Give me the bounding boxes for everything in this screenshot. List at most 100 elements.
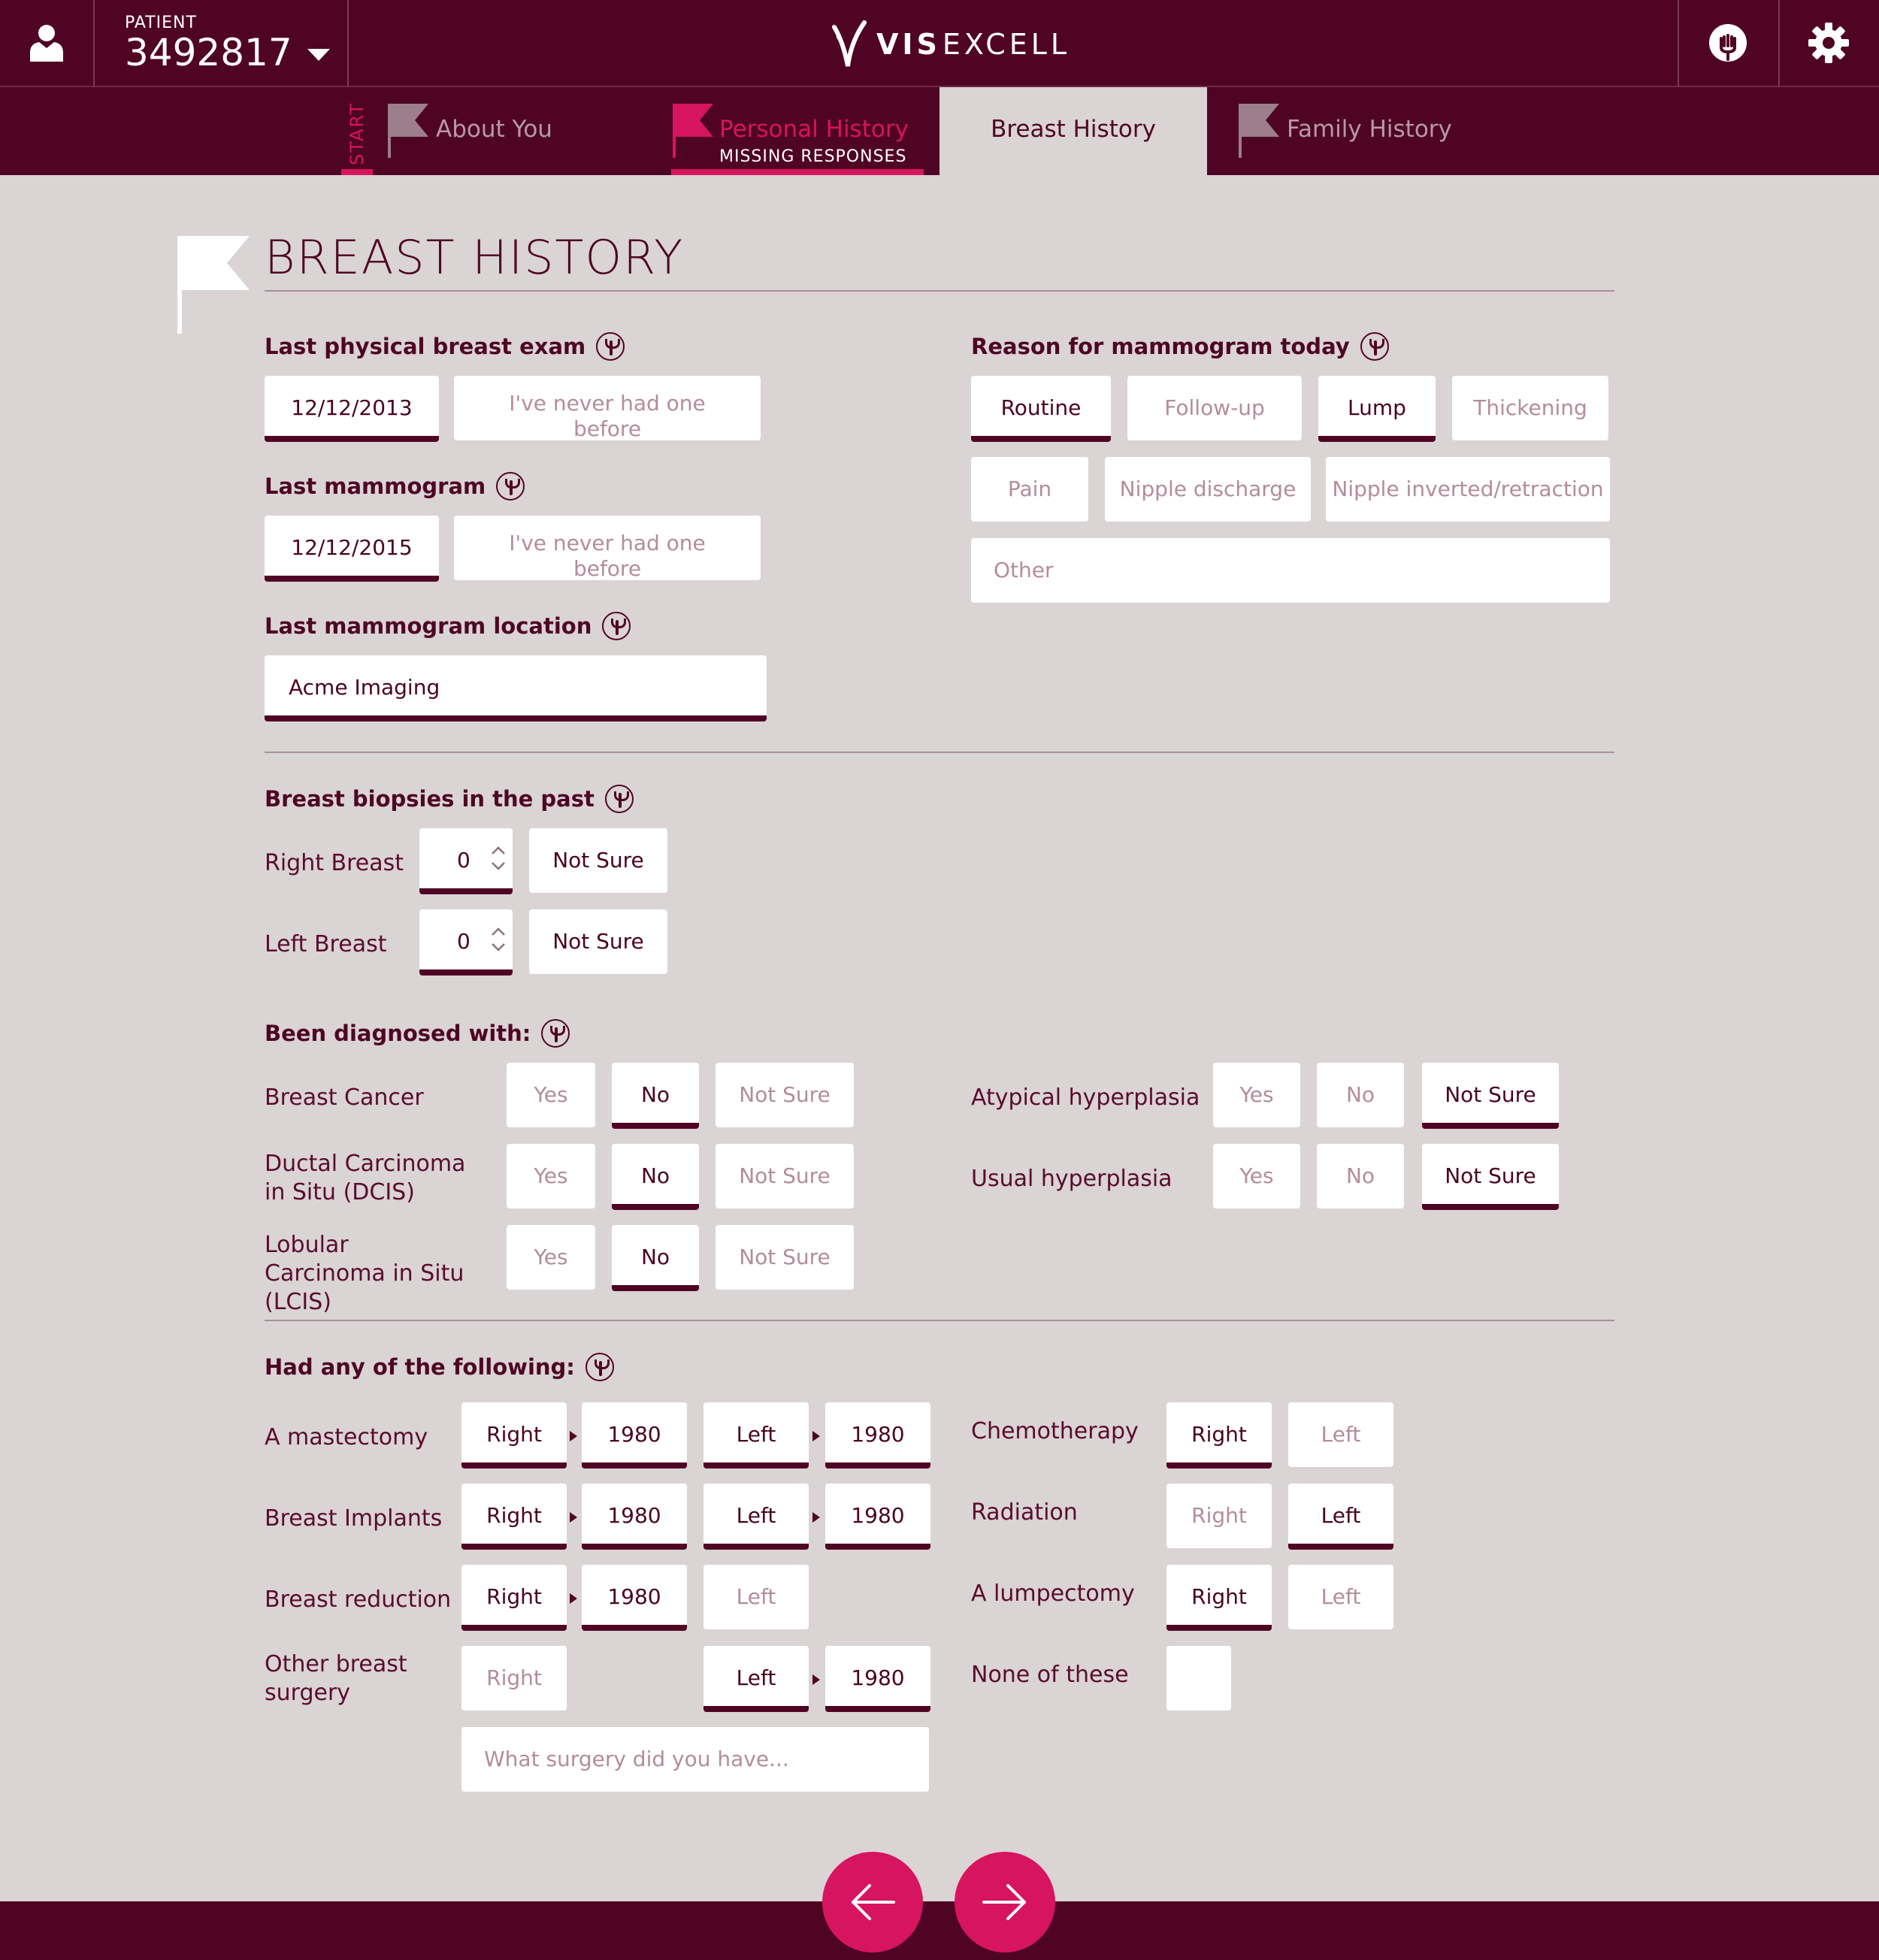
- reason-thickening[interactable]: Thickening: [1452, 376, 1608, 440]
- location-label: Last mammogram location: [265, 612, 631, 640]
- dx-dcis-no[interactable]: No: [612, 1144, 699, 1210]
- chemotherapy-right[interactable]: Right: [1166, 1402, 1272, 1468]
- arrow-icon: [570, 1593, 577, 1604]
- mastectomy-right[interactable]: Right: [461, 1402, 567, 1468]
- diagnosed-label: Been diagnosed with:: [265, 1019, 570, 1048]
- flag-icon: [388, 104, 428, 158]
- dx-dcis-yes[interactable]: Yes: [507, 1144, 595, 1208]
- mastectomy-label: A mastectomy: [265, 1424, 428, 1450]
- dx-usual-not-sure[interactable]: Not Sure: [1422, 1144, 1559, 1210]
- tab-about-you[interactable]: About You: [386, 104, 582, 175]
- lumpectomy-left[interactable]: Left: [1288, 1565, 1393, 1629]
- dx-breast-cancer-not-sure[interactable]: Not Sure: [716, 1063, 854, 1127]
- back-button[interactable]: [822, 1852, 923, 1952]
- chemotherapy-left[interactable]: Left: [1288, 1402, 1393, 1467]
- implants-left-year[interactable]: 1980: [825, 1484, 930, 1550]
- reason-routine[interactable]: Routine: [971, 376, 1111, 442]
- logo-icon: [832, 20, 867, 67]
- info-hand-icon[interactable]: [604, 785, 634, 813]
- dx-atypical-yes[interactable]: Yes: [1213, 1063, 1300, 1127]
- reduction-right[interactable]: Right: [461, 1565, 567, 1631]
- reason-label: Reason for mammogram today: [971, 332, 1389, 361]
- chemotherapy-label: Chemotherapy: [971, 1418, 1139, 1444]
- implants-left[interactable]: Left: [703, 1484, 809, 1550]
- spinner-icon[interactable]: [490, 926, 507, 953]
- info-hand-icon[interactable]: [596, 332, 625, 361]
- next-button[interactable]: [955, 1852, 1055, 1952]
- implants-right-year[interactable]: 1980: [582, 1484, 687, 1550]
- dx-breast-cancer-yes[interactable]: Yes: [507, 1063, 595, 1127]
- right-biopsy-count[interactable]: 0: [419, 828, 513, 894]
- patient-selector[interactable]: PATIENT 3492817: [125, 14, 335, 74]
- radiation-right[interactable]: Right: [1166, 1484, 1272, 1548]
- gear-icon[interactable]: [1808, 23, 1849, 63]
- tab-start[interactable]: START: [341, 98, 373, 175]
- dx-breast-cancer-label: Breast Cancer: [265, 1084, 424, 1111]
- tab-family-history[interactable]: Family History: [1237, 104, 1478, 175]
- app-header: PATIENT 3492817 VIS EXCELL: [0, 0, 1879, 87]
- info-hand-icon[interactable]: [585, 1353, 614, 1381]
- dx-lcis-not-sure[interactable]: Not Sure: [716, 1225, 854, 1290]
- reduction-right-year[interactable]: 1980: [582, 1565, 687, 1631]
- info-hand-icon[interactable]: [541, 1019, 570, 1048]
- page-title: BREAST HISTORY: [265, 230, 685, 285]
- chevron-down-icon[interactable]: [307, 49, 330, 61]
- none-of-these-checkbox[interactable]: [1166, 1646, 1231, 1710]
- other-surgery-left[interactable]: Left: [703, 1646, 809, 1712]
- info-hand-icon[interactable]: [496, 472, 525, 501]
- reason-lump[interactable]: Lump: [1318, 376, 1436, 442]
- reason-pain[interactable]: Pain: [971, 457, 1088, 522]
- tab-breast-history[interactable]: Breast History: [940, 87, 1207, 175]
- reduction-left[interactable]: Left: [703, 1565, 809, 1629]
- reason-nipple-discharge[interactable]: Nipple discharge: [1105, 457, 1311, 522]
- location-input[interactable]: Acme Imaging: [265, 655, 767, 721]
- dx-lcis-yes[interactable]: Yes: [507, 1225, 595, 1290]
- lumpectomy-right[interactable]: Right: [1166, 1565, 1272, 1631]
- dx-atypical-not-sure[interactable]: Not Sure: [1422, 1063, 1559, 1129]
- start-label: START: [346, 101, 368, 166]
- tab-family-label: Family History: [1287, 116, 1452, 143]
- arrow-icon: [570, 1512, 577, 1523]
- radiation-label: Radiation: [971, 1499, 1078, 1526]
- mastectomy-left[interactable]: Left: [703, 1402, 809, 1468]
- implants-right[interactable]: Right: [461, 1484, 567, 1550]
- dx-usual-yes[interactable]: Yes: [1213, 1144, 1300, 1208]
- surgery-description-input[interactable]: What surgery did you have...: [461, 1727, 929, 1792]
- reason-other-input[interactable]: Other: [971, 538, 1610, 603]
- brand-excell: EXCELL: [942, 28, 1071, 61]
- dx-breast-cancer-no[interactable]: No: [612, 1063, 699, 1129]
- tab-personal-history[interactable]: Personal History MISSING RESPONSES: [671, 104, 924, 175]
- dx-atypical-no[interactable]: No: [1317, 1063, 1404, 1127]
- other-surgery-left-year[interactable]: 1980: [825, 1646, 930, 1712]
- right-biopsy-not-sure[interactable]: Not Sure: [529, 828, 667, 893]
- info-hand-icon[interactable]: [1360, 332, 1389, 361]
- dx-dcis-not-sure[interactable]: Not Sure: [716, 1144, 854, 1208]
- radiation-left[interactable]: Left: [1288, 1484, 1393, 1550]
- left-biopsy-count[interactable]: 0: [419, 909, 513, 975]
- dx-usual-no[interactable]: No: [1317, 1144, 1404, 1208]
- other-surgery-right[interactable]: Right: [461, 1646, 567, 1710]
- spinner-icon[interactable]: [490, 845, 507, 872]
- mammo-never-button[interactable]: I've never had one before: [454, 516, 761, 581]
- mastectomy-right-year[interactable]: 1980: [582, 1402, 687, 1468]
- footer-bar: [0, 1901, 1879, 1960]
- reason-nipple-inverted[interactable]: Nipple inverted/retraction: [1326, 457, 1610, 522]
- arrow-icon: [812, 1674, 820, 1685]
- help-hand-icon[interactable]: [1708, 23, 1747, 62]
- mastectomy-left-year[interactable]: 1980: [825, 1402, 930, 1468]
- mammo-date-field[interactable]: 12/12/2015: [265, 516, 439, 582]
- title-divider: [265, 290, 1614, 292]
- mammo-label: Last mammogram: [265, 472, 525, 501]
- reason-follow-up[interactable]: Follow-up: [1127, 376, 1302, 440]
- brand-vis: VIS: [876, 28, 941, 61]
- exam-date-field[interactable]: 12/12/2013: [265, 376, 439, 442]
- reduction-label: Breast reduction: [265, 1586, 452, 1613]
- left-biopsy-not-sure[interactable]: Not Sure: [529, 909, 667, 974]
- user-icon[interactable]: [29, 23, 65, 62]
- tab-personal-label: Personal History: [719, 116, 909, 143]
- info-hand-icon[interactable]: [602, 612, 631, 640]
- other-surgery-label: Other breast surgery: [265, 1651, 407, 1706]
- flag-icon: [1239, 104, 1279, 158]
- dx-lcis-no[interactable]: No: [612, 1225, 699, 1291]
- exam-never-button[interactable]: I've never had one before: [454, 376, 761, 441]
